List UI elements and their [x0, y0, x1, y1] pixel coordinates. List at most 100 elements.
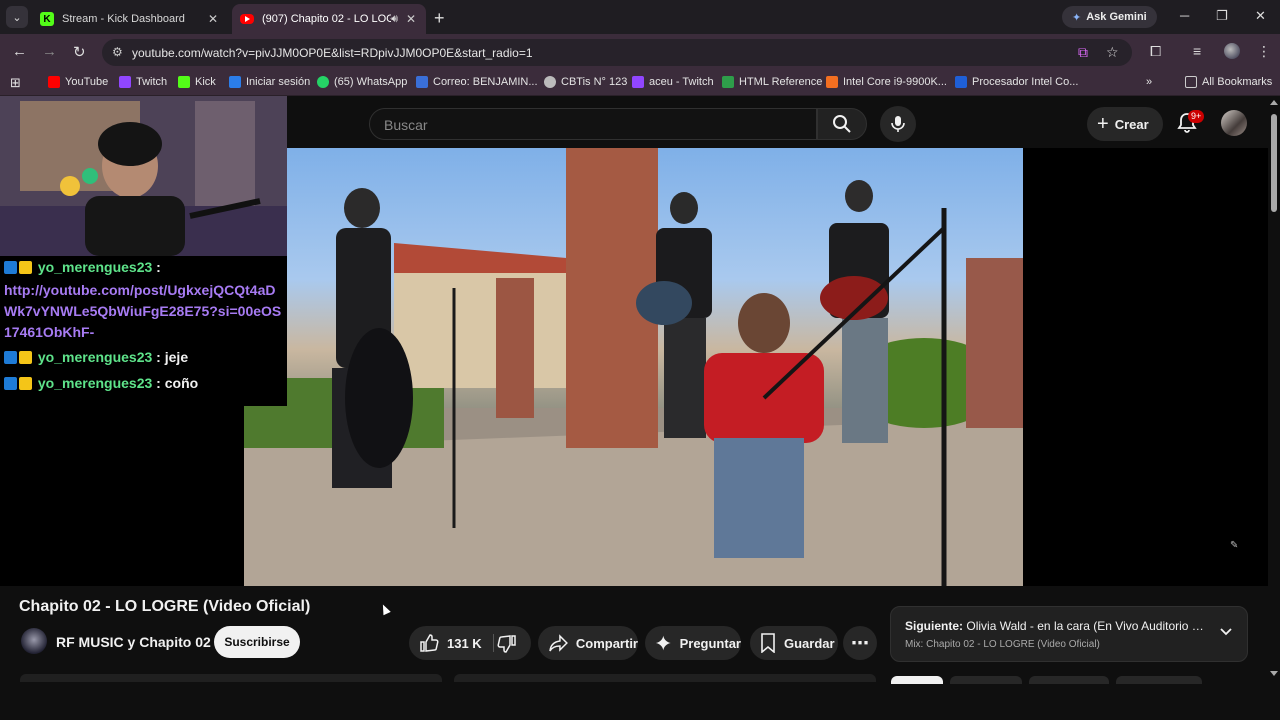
- close-tab-icon[interactable]: ✕: [206, 12, 220, 26]
- youtube-icon: [240, 14, 254, 24]
- like-count[interactable]: 131 K: [447, 636, 482, 651]
- bookmark-label: Intel Core i9-9900K...: [843, 76, 947, 88]
- bookmark-label: Procesador Intel Co...: [972, 76, 1079, 88]
- account-avatar[interactable]: [1221, 110, 1247, 136]
- channel-avatar[interactable]: [21, 628, 47, 654]
- restore-window-icon[interactable]: ❐: [1216, 8, 1228, 24]
- chat-badges: [4, 259, 34, 280]
- url-text: youtube.com/watch?v=pivJJM0OP0E&list=RDp…: [132, 46, 533, 60]
- new-tab-button[interactable]: +: [434, 8, 445, 29]
- subscribe-button[interactable]: Suscribirse: [214, 626, 300, 658]
- microphone-icon: [891, 116, 905, 132]
- more-actions-button[interactable]: ⋯: [843, 626, 877, 660]
- ask-button[interactable]: Preguntar: [645, 626, 741, 660]
- chat-message: yo_merengues23 : http://youtube.com/post…: [4, 257, 284, 343]
- up-next-video-title: Olivia Wald - en la cara (En Vivo Audito…: [966, 619, 1205, 633]
- filter-chip[interactable]: [1029, 676, 1109, 684]
- tab-search-menu-icon[interactable]: ⌄: [6, 6, 28, 28]
- bookmark-twitch[interactable]: Twitch: [119, 76, 167, 88]
- share-button[interactable]: Compartir: [538, 626, 638, 660]
- crown-icon: [19, 377, 32, 390]
- scroll-down-icon[interactable]: [1270, 671, 1278, 676]
- search-input[interactable]: Buscar: [369, 108, 817, 140]
- create-label: Crear: [1114, 116, 1149, 132]
- profile-avatar[interactable]: [1224, 43, 1240, 59]
- address-bar[interactable]: ⚙ youtube.com/watch?v=pivJJM0OP0E&list=R…: [102, 39, 1132, 66]
- scrollbar-thumb[interactable]: [1271, 114, 1277, 212]
- close-window-icon[interactable]: ✕: [1255, 8, 1266, 24]
- bookmark-procesador-intel[interactable]: Procesador Intel Co...: [955, 76, 1078, 88]
- bookmark-label: Correo: BENJAMIN...: [433, 76, 538, 88]
- video-scene-image: [244, 148, 1023, 586]
- save-label: Guardar: [784, 635, 835, 651]
- chat-link: http://youtube.com/post/UgkxejQCQt4aDWk7…: [4, 282, 282, 340]
- chevron-down-icon[interactable]: [1219, 625, 1233, 639]
- like-divider: [493, 634, 494, 652]
- video-frame[interactable]: [244, 148, 1023, 586]
- more-horizontal-icon: ⋯: [851, 632, 869, 653]
- cast-icon[interactable]: ⧉: [1078, 44, 1088, 61]
- description-box-top-edge: [20, 674, 442, 682]
- create-button[interactable]: + Crear: [1087, 107, 1163, 141]
- site-info-icon[interactable]: ⚙: [112, 45, 123, 59]
- up-next-title: Siguiente: Olivia Wald - en la cara (En …: [905, 619, 1205, 633]
- share-label: Compartir: [575, 635, 638, 651]
- gemini-sparkle-icon: ✦: [1072, 11, 1082, 24]
- search-button[interactable]: [817, 108, 867, 140]
- all-bookmarks-label: All Bookmarks: [1202, 76, 1273, 88]
- bookmark-correo[interactable]: Correo: BENJAMIN...: [416, 76, 538, 88]
- scroll-up-icon[interactable]: [1270, 100, 1278, 105]
- bookmark-intel-core[interactable]: Intel Core i9-9900K...: [826, 76, 947, 88]
- filter-chip[interactable]: [891, 676, 943, 684]
- page-scrollbar[interactable]: [1268, 96, 1280, 680]
- more-bookmarks-icon[interactable]: »: [1146, 76, 1152, 88]
- chat-username: yo_merengues23: [37, 375, 153, 391]
- bookmark-html-reference[interactable]: HTML Reference: [722, 76, 822, 88]
- chat-separator: :: [152, 375, 165, 391]
- bookmark-label: CBTis N° 123: [561, 76, 628, 88]
- comments-box-top-edge: [454, 674, 876, 682]
- bookmark-youtube[interactable]: YouTube: [48, 76, 108, 88]
- bookmark-star-icon[interactable]: ☆: [1106, 44, 1119, 61]
- back-icon[interactable]: ←: [12, 43, 27, 60]
- thumbs-up-icon[interactable]: [419, 633, 439, 653]
- ask-gemini-label: Ask Gemini: [1086, 11, 1147, 23]
- tab-kick-dashboard[interactable]: K Stream - Kick Dashboard ✕: [32, 4, 228, 34]
- tab-youtube-video[interactable]: (907) Chapito 02 - LO LOGRE 🔊︎ ✕: [232, 4, 426, 34]
- badge-icon: [4, 377, 17, 390]
- bookmark-aceu-twitch[interactable]: aceu - Twitch: [632, 76, 714, 88]
- filter-chip[interactable]: [950, 676, 1022, 684]
- up-next-prefix: Siguiente:: [905, 619, 964, 633]
- apps-grid-icon[interactable]: ⊞: [10, 75, 21, 91]
- webcam-overlay: [0, 96, 287, 256]
- crown-icon: [19, 351, 32, 364]
- minimize-window-icon[interactable]: ─: [1180, 8, 1189, 23]
- up-next-card[interactable]: Siguiente: Olivia Wald - en la cara (En …: [890, 606, 1248, 662]
- save-button[interactable]: Guardar: [750, 626, 838, 660]
- video-title: Chapito 02 - LO LOGRE (Video Oficial): [19, 598, 311, 615]
- extensions-icon[interactable]: ⧠: [1150, 43, 1161, 60]
- media-controls-icon[interactable]: ≡: [1193, 43, 1201, 59]
- chat-message: yo_merengues23 : jeje: [4, 347, 284, 370]
- bookmark-kick[interactable]: Kick: [178, 76, 216, 88]
- chat-badges: [4, 349, 34, 370]
- tab-title: (907) Chapito 02 - LO LOGRE: [262, 13, 392, 25]
- thumbs-down-icon[interactable]: [497, 634, 517, 654]
- bookmark-iniciar-sesion[interactable]: Iniciar sesión: [229, 76, 310, 88]
- voice-search-button[interactable]: [880, 106, 916, 142]
- bookmark-label: Kick: [195, 76, 216, 88]
- channel-name[interactable]: RF MUSIC y Chapito 02: [56, 634, 211, 650]
- bookmark-cbtis[interactable]: CBTis N° 123: [544, 76, 627, 88]
- all-bookmarks-folder[interactable]: All Bookmarks: [1185, 76, 1272, 88]
- forward-icon[interactable]: →: [42, 43, 57, 60]
- bookmark-whatsapp[interactable]: (65) WhatsApp: [317, 76, 407, 88]
- bookmark-label: Twitch: [136, 76, 168, 88]
- audio-playing-icon[interactable]: 🔊︎: [391, 13, 398, 26]
- close-tab-icon[interactable]: ✕: [404, 12, 418, 26]
- bookmark-label: HTML Reference: [739, 76, 823, 88]
- browser-menu-icon[interactable]: ⋮: [1257, 43, 1271, 60]
- ask-gemini-button[interactable]: ✦ Ask Gemini: [1062, 6, 1157, 28]
- reload-icon[interactable]: ↻: [73, 43, 86, 61]
- stream-chat-overlay: yo_merengues23 : http://youtube.com/post…: [0, 256, 287, 406]
- filter-chip[interactable]: [1116, 676, 1202, 684]
